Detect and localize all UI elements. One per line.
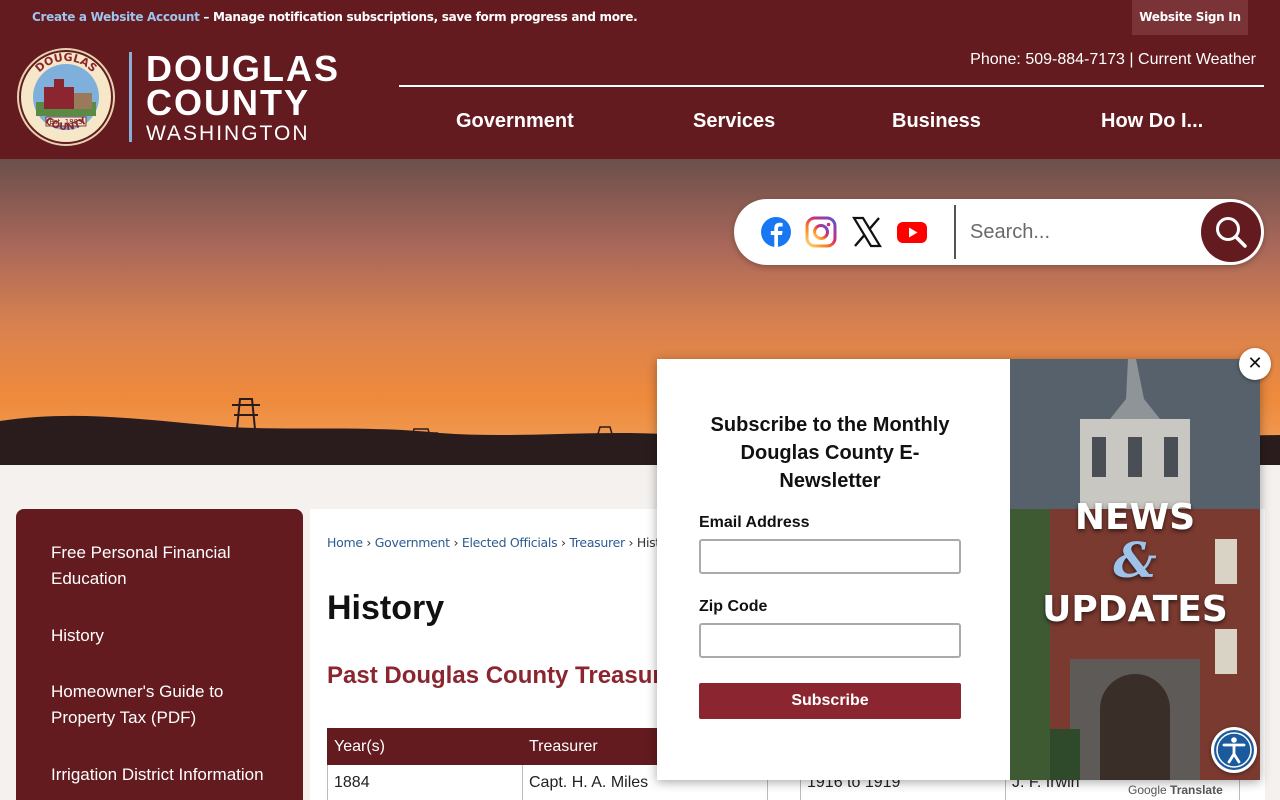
facebook-icon[interactable] — [760, 216, 792, 248]
sidebar-item-irrigation-district[interactable]: Irrigation District Information — [51, 762, 281, 788]
table-cell-year: 1884 — [327, 764, 523, 800]
nav-divider-line — [399, 85, 1264, 87]
accessibility-icon — [1214, 730, 1254, 770]
breadcrumb-separator: › — [560, 535, 566, 550]
create-account-link[interactable]: Create a Website Account — [32, 10, 200, 24]
contact-links: Phone: 509-884-7173 | Current Weather — [930, 51, 1256, 69]
search-icon — [1216, 217, 1247, 248]
breadcrumb-government[interactable]: Government — [375, 535, 450, 550]
phone-link[interactable]: Phone: 509-884-7173 — [970, 51, 1125, 68]
translate-label: Translate — [1170, 783, 1223, 797]
nav-services[interactable]: Services — [693, 110, 775, 133]
email-field[interactable] — [699, 539, 961, 574]
breadcrumb-separator: › — [366, 535, 372, 550]
account-message: Create a Website Account – Manage notifi… — [32, 10, 638, 24]
x-icon[interactable] — [851, 216, 883, 248]
page-title: History — [327, 589, 445, 627]
popup-title: Subscribe to the Monthly Douglas County … — [710, 414, 950, 492]
logo-divider — [129, 52, 132, 142]
logo-line-washington: WASHINGTON — [146, 122, 310, 145]
current-weather-link[interactable]: Current Weather — [1138, 51, 1256, 68]
breadcrumb-treasurer[interactable]: Treasurer — [569, 535, 625, 550]
section-heading: Past Douglas County Treasurers — [327, 662, 698, 689]
site-header: Est. 1883 DOUGLAS COUNTY DOUGLAS COUNTY … — [0, 36, 1280, 159]
zip-code-field[interactable] — [699, 623, 961, 658]
sidebar-item-history[interactable]: History — [51, 623, 281, 649]
updates-title: UPDATES — [1042, 589, 1228, 630]
social-search-bar — [734, 199, 1264, 265]
sidebar-item-property-tax-guide[interactable]: Homeowner's Guide to Property Tax (PDF) — [51, 679, 281, 731]
breadcrumb-home[interactable]: Home — [327, 535, 363, 550]
logo-line-county: COUNTY — [146, 82, 310, 123]
nav-how-do-i[interactable]: How Do I... — [1101, 110, 1203, 133]
breadcrumb-separator: › — [628, 535, 634, 550]
breadcrumb-separator: › — [453, 535, 459, 550]
social-search-divider — [954, 205, 956, 259]
google-label: Google — [1128, 783, 1167, 797]
search-input[interactable] — [970, 213, 1190, 251]
contact-separator: | — [1129, 51, 1134, 68]
website-sign-in-button[interactable]: Website Sign In — [1132, 0, 1248, 35]
account-message-text: – Manage notification subscriptions, sav… — [199, 10, 638, 24]
county-seal-logo[interactable]: Est. 1883 DOUGLAS COUNTY — [16, 47, 116, 147]
subscribe-button[interactable]: Subscribe — [699, 683, 961, 719]
sidebar-item-financial-education[interactable]: Free Personal Financial Education — [51, 540, 281, 592]
column-header-years: Year(s) — [327, 728, 523, 765]
news-updates-image: NEWS & UPDATES — [1010, 359, 1260, 780]
email-label: Email Address — [699, 514, 810, 531]
news-title: NEWS — [1074, 497, 1196, 538]
close-popup-button[interactable]: ✕ — [1239, 348, 1271, 380]
youtube-icon[interactable] — [896, 216, 928, 248]
breadcrumb-elected-officials[interactable]: Elected Officials — [462, 535, 558, 550]
news-ampersand: & — [1113, 533, 1157, 589]
county-wordmark[interactable]: DOUGLAS COUNTY WASHINGTON — [146, 51, 340, 145]
nav-government[interactable]: Government — [456, 110, 574, 133]
instagram-icon[interactable] — [805, 216, 837, 248]
search-button[interactable] — [1201, 202, 1261, 262]
newsletter-popup: Subscribe to the Monthly Douglas County … — [657, 359, 1260, 780]
nav-business[interactable]: Business — [892, 110, 981, 133]
sidebar-nav: Free Personal Financial Education Histor… — [16, 509, 303, 800]
accessibility-button[interactable] — [1211, 727, 1257, 773]
google-translate-widget[interactable]: Google Translate — [1128, 783, 1223, 797]
utility-bar: Create a Website Account – Manage notifi… — [0, 0, 1280, 36]
breadcrumb: Home › Government › Elected Officials › … — [327, 535, 680, 550]
close-icon: ✕ — [1247, 353, 1263, 374]
zip-code-label: Zip Code — [699, 598, 768, 615]
